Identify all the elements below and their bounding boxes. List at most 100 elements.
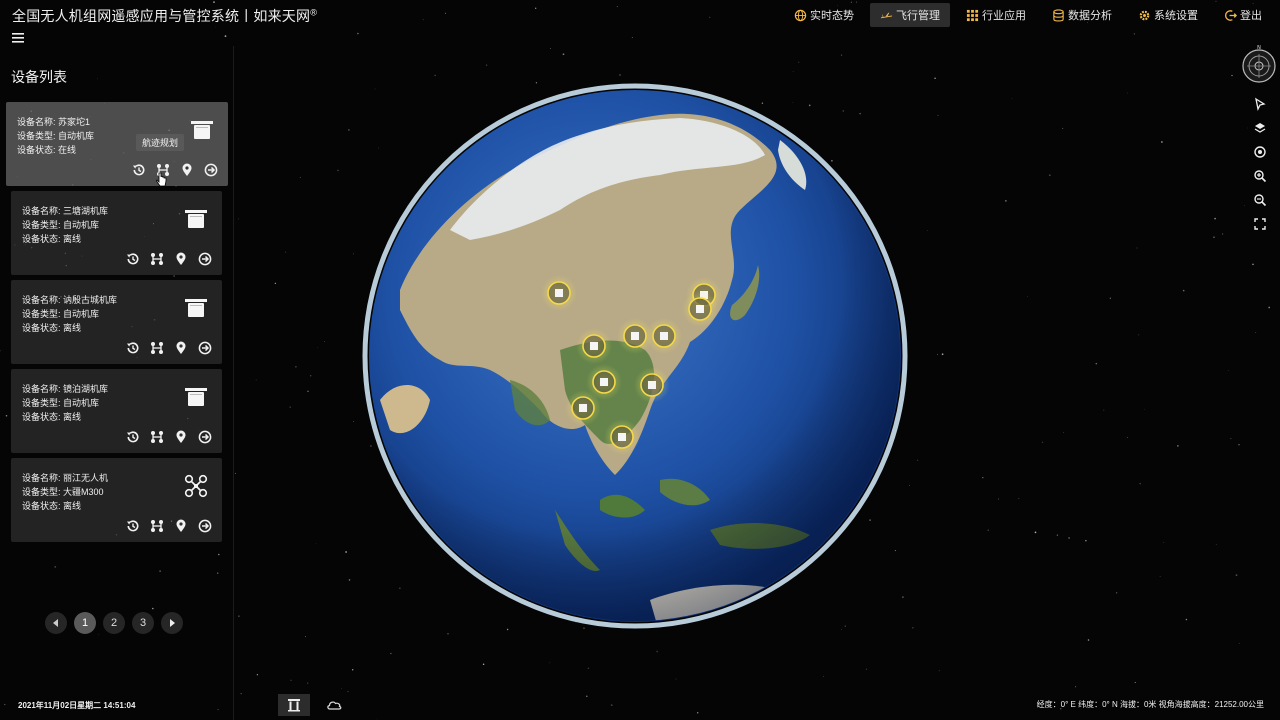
nav-item-label: 行业应用: [982, 10, 1026, 22]
fullscreen-icon: [1254, 218, 1266, 230]
history-button[interactable]: [126, 430, 140, 444]
star: [256, 674, 259, 676]
layers-button[interactable]: [1253, 121, 1267, 135]
star: [1133, 33, 1136, 35]
locate-device-button[interactable]: [174, 519, 188, 533]
locate-button[interactable]: [1253, 145, 1267, 159]
compass-icon[interactable]: N: [1241, 44, 1277, 84]
device-marker[interactable]: [565, 390, 601, 426]
history-button[interactable]: [126, 252, 140, 266]
star: [1063, 432, 1064, 433]
device-status-value: 离线: [63, 412, 82, 422]
hamburger-menu-icon[interactable]: [12, 32, 26, 44]
device-type-label: 设备类型:: [22, 220, 64, 230]
prev-page-button[interactable]: [45, 612, 67, 634]
return-button[interactable]: [198, 252, 212, 266]
earth-globe[interactable]: [360, 80, 920, 640]
locate-device-button[interactable]: [174, 341, 188, 355]
locate-device-button[interactable]: [174, 430, 188, 444]
zoom-out-button[interactable]: [1253, 193, 1267, 207]
device-card[interactable]: 设备名称: 苏家坨1 设备类型: 自动机库 设备状态: 在线 航迹规划: [6, 102, 228, 186]
nav-item-1[interactable]: 飞行管理: [870, 3, 950, 27]
star: [238, 615, 240, 617]
star: [865, 668, 867, 670]
star: [295, 365, 297, 368]
route-planning-button[interactable]: [150, 252, 164, 266]
nav-item-0[interactable]: 实时态势: [784, 3, 864, 27]
fullscreen-button[interactable]: [1253, 217, 1267, 231]
star: [1230, 438, 1232, 440]
star: [798, 61, 800, 63]
return-button[interactable]: [204, 163, 218, 177]
device-type-row: 设备类型: 自动机库: [22, 307, 99, 320]
panel-title: 设备列表: [11, 69, 67, 85]
device-marker[interactable]: [576, 328, 612, 364]
weather-layer-toggle[interactable]: [318, 694, 350, 716]
star: [352, 669, 354, 671]
device-card[interactable]: 设备名称: 镜泊湖机库 设备类型: 自动机库 设备状态: 离线: [11, 369, 222, 453]
page-button[interactable]: 3: [132, 612, 154, 634]
star: [1235, 574, 1238, 576]
nav-item-2[interactable]: 行业应用: [956, 3, 1036, 27]
return-button[interactable]: [198, 341, 212, 355]
gear-icon: [1138, 9, 1151, 22]
star: [1085, 540, 1087, 542]
star: [1214, 217, 1216, 220]
star: [348, 129, 350, 131]
star: [1215, 544, 1217, 545]
star: [224, 35, 227, 37]
device-card[interactable]: 设备名称: 丽江无人机 设备类型: 大疆M300 设备状态: 离线: [11, 458, 222, 542]
next-page-button[interactable]: [161, 612, 183, 634]
star: [549, 662, 551, 664]
history-button[interactable]: [132, 163, 146, 177]
device-actions: [126, 430, 212, 444]
locate-device-button[interactable]: [180, 163, 194, 177]
nav-item-label: 飞行管理: [896, 10, 940, 22]
star: [1068, 537, 1070, 539]
nav-item-label: 数据分析: [1068, 10, 1112, 22]
zoom-in-button[interactable]: [1253, 169, 1267, 183]
route-planning-button[interactable]: [150, 341, 164, 355]
history-button[interactable]: [126, 341, 140, 355]
device-marker[interactable]: [604, 419, 640, 455]
return-button[interactable]: [198, 430, 212, 444]
hangar-layer-toggle[interactable]: [278, 694, 310, 716]
return-button[interactable]: [198, 519, 212, 533]
route-planning-button[interactable]: [150, 430, 164, 444]
device-type-value: 大疆M300: [63, 487, 104, 497]
star: [376, 718, 378, 720]
device-card[interactable]: 设备名称: 讷殷古城机库 设备类型: 自动机库 设备状态: 离线: [11, 280, 222, 364]
device-marker[interactable]: [634, 367, 670, 403]
star: [1056, 534, 1059, 536]
nav-item-3[interactable]: 数据分析: [1042, 3, 1122, 27]
history-button[interactable]: [126, 519, 140, 533]
nav-item-label: 实时态势: [810, 10, 854, 22]
device-name-label: 设备名称:: [22, 295, 64, 305]
device-marker[interactable]: [541, 275, 577, 311]
grid-icon: [966, 9, 979, 22]
device-name-row: 设备名称: 三塘湖机库: [22, 204, 108, 217]
device-status-value: 离线: [63, 323, 82, 333]
device-type-value: 自动机库: [58, 131, 95, 141]
nav-item-4[interactable]: 系统设置: [1128, 3, 1208, 27]
route-planning-button[interactable]: [150, 519, 164, 533]
nav-item-5[interactable]: 登出: [1214, 3, 1272, 27]
star: [304, 636, 307, 638]
top-bar: 全国无人机组网遥感应用与管控系统丨如来天网® 实时态势 飞行管理 行业应用 数据分析 系…: [0, 0, 1280, 30]
caret-right-icon: [170, 619, 175, 627]
select-tool-button[interactable]: [1253, 97, 1267, 111]
star: [549, 48, 551, 49]
star: [290, 679, 292, 681]
star: [840, 54, 843, 56]
device-marker[interactable]: [682, 291, 718, 327]
page-button[interactable]: 1: [74, 612, 96, 634]
page-button[interactable]: 2: [103, 612, 125, 634]
device-marker[interactable]: [646, 318, 682, 354]
device-status-label: 设备状态:: [22, 323, 64, 333]
star: [289, 406, 291, 408]
locate-device-button[interactable]: [174, 252, 188, 266]
device-type-row: 设备类型: 自动机库: [22, 218, 99, 231]
device-card[interactable]: 设备名称: 三塘湖机库 设备类型: 自动机库 设备状态: 离线: [11, 191, 222, 275]
device-name-label: 设备名称:: [22, 206, 64, 216]
map-viewport[interactable]: 全国无人机组网遥感应用与管控系统丨如来天网® 实时态势 飞行管理 行业应用 数据分析 系…: [0, 0, 1280, 720]
